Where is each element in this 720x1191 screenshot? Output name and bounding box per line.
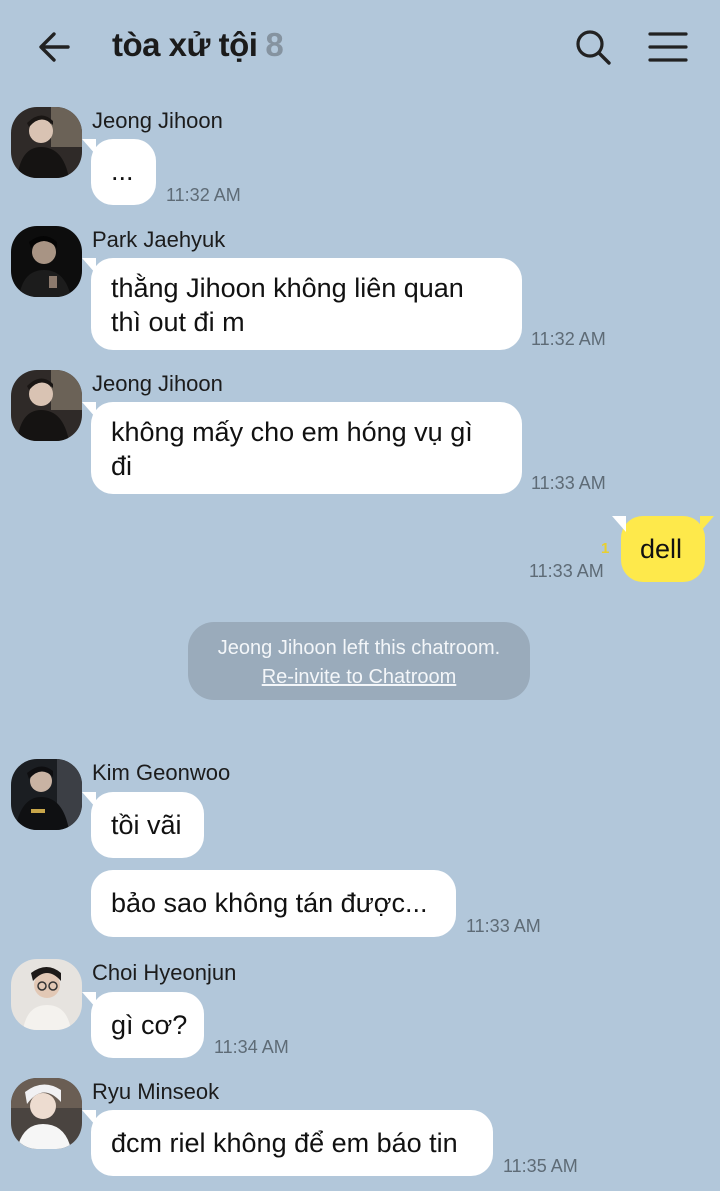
chatroom-title: tòa xử tội 8: [112, 26, 284, 64]
sender-name: Choi Hyeonjun: [92, 960, 237, 985]
system-notice: Jeong Jihoon left this chatroom. Re-invi…: [188, 622, 530, 700]
hamburger-menu-icon: [648, 32, 688, 62]
profile-photo-icon: [11, 959, 82, 1030]
message-time: 11:34 AM: [214, 1037, 289, 1057]
message-text: tồi vãi: [111, 810, 182, 840]
avatar-ryu-minseok[interactable]: [11, 1078, 82, 1149]
system-notice-text: Jeong Jihoon left this chatroom.: [217, 637, 501, 659]
back-button[interactable]: [30, 24, 80, 70]
avatar-jeong-jihoon[interactable]: [11, 107, 82, 178]
message-text: không mấy cho em hóng vụ gì đi: [111, 417, 473, 481]
message-bubble[interactable]: đcm riel không để em báo tin: [82, 1110, 493, 1176]
message-bubble[interactable]: tồi vãi: [82, 792, 204, 858]
message-time: 11:33 AM: [466, 916, 541, 936]
message-text: dell: [640, 534, 683, 564]
message-time: 11:33 AM: [529, 561, 604, 581]
sender-name: Park Jaehyuk: [92, 227, 226, 252]
chat-header: tòa xử tội 8: [0, 0, 720, 96]
profile-photo-icon: [11, 1078, 82, 1149]
sender-name: Jeong Jihoon: [92, 108, 223, 133]
profile-photo-icon: [11, 759, 82, 830]
arrow-left-icon: [39, 32, 70, 62]
avatar-jeong-jihoon[interactable]: [11, 370, 82, 441]
sender-name: Kim Geonwoo: [92, 760, 231, 785]
message-bubble[interactable]: bảo sao không tán được...: [91, 870, 456, 937]
message-text: ...: [111, 156, 134, 186]
sender-name: Ryu Minseok: [92, 1079, 220, 1104]
message-time: 11:35 AM: [503, 1156, 578, 1176]
search-icon: [576, 30, 611, 65]
my-message-bubble[interactable]: dell: [612, 516, 714, 582]
message-bubble[interactable]: không mấy cho em hóng vụ gì đi: [82, 402, 522, 494]
profile-photo-icon: [11, 370, 82, 441]
chatroom-name: tòa xử tội: [112, 26, 258, 63]
profile-photo-icon: [11, 226, 82, 297]
avatar-kim-geonwoo[interactable]: [11, 759, 82, 830]
search-button[interactable]: [570, 24, 616, 70]
message-text: đcm riel không để em báo tin: [111, 1128, 458, 1158]
message-text: gì cơ?: [111, 1010, 188, 1040]
message-text: bảo sao không tán được...: [111, 888, 428, 918]
avatar-choi-hyeonjun[interactable]: [11, 959, 82, 1030]
unread-count: 1: [601, 540, 610, 557]
message-time: 11:33 AM: [531, 473, 606, 493]
message-bubble[interactable]: ...: [82, 139, 156, 205]
message-bubble[interactable]: thằng Jihoon không liên quan thì out đi …: [82, 258, 522, 350]
avatar-park-jaehyuk[interactable]: [11, 226, 82, 297]
member-count: 8: [265, 26, 284, 63]
message-text: thằng Jihoon không liên quan thì out đi …: [111, 273, 464, 337]
sender-name: Jeong Jihoon: [92, 371, 223, 396]
menu-button[interactable]: [645, 26, 691, 68]
message-time: 11:32 AM: [166, 185, 241, 205]
message-time: 11:32 AM: [531, 329, 606, 349]
reinvite-link[interactable]: Re-invite to Chatroom: [188, 666, 530, 689]
profile-photo-icon: [11, 107, 82, 178]
message-bubble[interactable]: gì cơ?: [82, 992, 204, 1058]
